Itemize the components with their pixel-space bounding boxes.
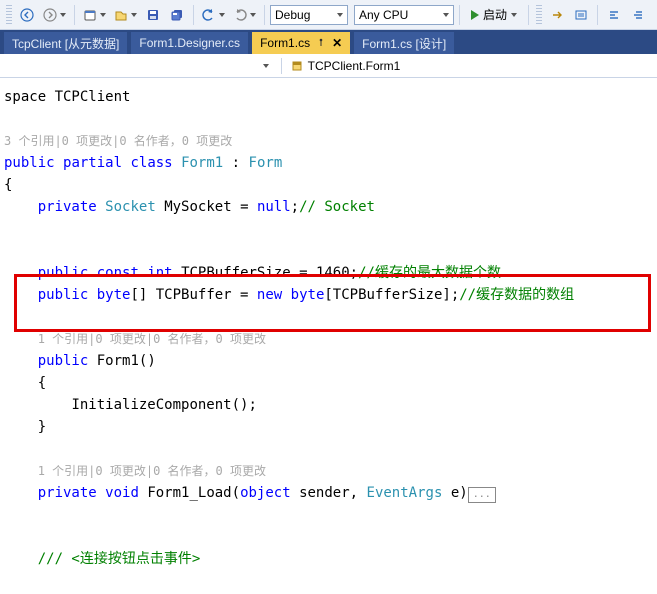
pin-icon[interactable] [316, 36, 326, 50]
code-text: : [232, 155, 240, 171]
code-text: = [240, 287, 248, 303]
main-toolbar: Debug Any CPU 启动 [0, 0, 657, 30]
start-debug-button[interactable]: 启动 [465, 4, 523, 26]
collapsed-region[interactable]: ... [468, 487, 496, 503]
save-all-button[interactable] [166, 4, 188, 26]
platform-value: Any CPU [359, 8, 422, 22]
type-name: Socket [105, 199, 156, 215]
method-call: InitializeComponent(); [71, 397, 256, 413]
code-text: = [240, 199, 248, 215]
keyword: public [4, 155, 55, 171]
identifier: TCPBuffer [156, 287, 232, 303]
toolbar-grip[interactable] [6, 5, 12, 25]
code-text: ; [291, 199, 299, 215]
step-into-button[interactable] [546, 4, 568, 26]
keyword: new [257, 287, 282, 303]
keyword: const [97, 265, 139, 281]
navigation-bar: TCPClient.Form1 [0, 54, 657, 78]
align-button[interactable] [627, 4, 649, 26]
comment: // Socket [299, 199, 375, 215]
code-text: = [299, 265, 307, 281]
comment: //缓存数据的数组 [459, 287, 574, 303]
type-selector[interactable]: TCPClient.Form1 [286, 57, 405, 75]
codelens-text[interactable]: 1 个引用|0 项更改|0 名作者，0 项更改 [38, 464, 266, 478]
code-text: space [4, 89, 55, 105]
keyword: byte [97, 287, 131, 303]
param: sender [299, 485, 350, 501]
class-name: Form1 [181, 155, 223, 171]
tab-label: Form1.Designer.cs [139, 36, 240, 50]
keyword: class [130, 155, 172, 171]
configuration-combo[interactable]: Debug [270, 5, 348, 25]
tab-label: TcpClient [从元数据] [12, 35, 119, 52]
namespace-name: TCPClient [55, 89, 131, 105]
codelens-text[interactable]: 1 个引用|0 项更改|0 名作者，0 项更改 [38, 332, 266, 346]
configuration-value: Debug [275, 8, 324, 22]
method-name: Form1_Load [147, 485, 231, 501]
keyword: object [240, 485, 291, 501]
doc-comment: /// <连接按钮点击事件> [38, 551, 201, 567]
undo-button[interactable] [199, 4, 228, 26]
keyword: partial [63, 155, 122, 171]
format-button[interactable] [603, 4, 625, 26]
chevron-down-icon [131, 13, 137, 17]
platform-combo[interactable]: Any CPU [354, 5, 454, 25]
chevron-down-icon [100, 13, 106, 17]
type-name: TCPClient.Form1 [308, 59, 401, 73]
nav-back-button[interactable] [16, 4, 38, 26]
tab-label: Form1.cs [260, 36, 310, 50]
type-name: EventArgs [367, 485, 443, 501]
code-text: ; [451, 287, 459, 303]
chevron-down-icon [219, 13, 225, 17]
chevron-down-icon [337, 13, 343, 17]
keyword: public [38, 353, 89, 369]
save-button[interactable] [142, 4, 164, 26]
code-text: ; [350, 265, 358, 281]
keyword: public [38, 265, 89, 281]
literal: 1460 [316, 265, 350, 281]
code-text: [] [130, 287, 147, 303]
play-icon [471, 10, 479, 20]
chevron-down-icon [511, 13, 517, 17]
code-editor[interactable]: space TCPClient 3 个引用|0 项更改|0 名作者，0 项更改 … [0, 78, 657, 578]
scope-dropdown[interactable] [257, 58, 273, 74]
chevron-down-icon [60, 13, 66, 17]
keyword: void [105, 485, 139, 501]
chevron-down-icon [443, 13, 449, 17]
tab-label: Form1.cs [设计] [362, 35, 446, 52]
comment: //缓存的最大数据个数 [358, 265, 501, 281]
codelens-text[interactable]: 3 个引用|0 项更改|0 名作者，0 项更改 [4, 134, 232, 148]
close-icon[interactable]: ✕ [332, 36, 342, 50]
keyword: private [38, 199, 97, 215]
redo-button[interactable] [230, 4, 259, 26]
open-file-button[interactable] [111, 4, 140, 26]
keyword: byte [291, 287, 325, 303]
identifier: TCPBufferSize [181, 265, 291, 281]
nav-forward-button[interactable] [40, 4, 69, 26]
toolbar-grip[interactable] [536, 5, 542, 25]
keyword: int [147, 265, 172, 281]
tab-form1-cs[interactable]: Form1.cs ✕ [252, 32, 350, 54]
tab-form1-cs-design[interactable]: Form1.cs [设计] [354, 32, 454, 54]
comment-button[interactable] [570, 4, 592, 26]
param: e [451, 485, 459, 501]
ctor-name: Form1 [97, 353, 139, 369]
tab-tcpclient-metadata[interactable]: TcpClient [从元数据] [4, 32, 127, 54]
identifier: MySocket [164, 199, 231, 215]
tab-form1-designer-cs[interactable]: Form1.Designer.cs [131, 32, 248, 54]
class-icon [290, 59, 304, 73]
code-text: [TCPBufferSize] [324, 287, 450, 303]
start-label: 启动 [483, 6, 507, 23]
base-class: Form [249, 155, 283, 171]
document-tabstrip: TcpClient [从元数据] Form1.Designer.cs Form1… [0, 30, 657, 54]
keyword: null [257, 199, 291, 215]
new-project-button[interactable] [80, 4, 109, 26]
keyword: private [38, 485, 97, 501]
chevron-down-icon [250, 13, 256, 17]
keyword: public [38, 287, 89, 303]
